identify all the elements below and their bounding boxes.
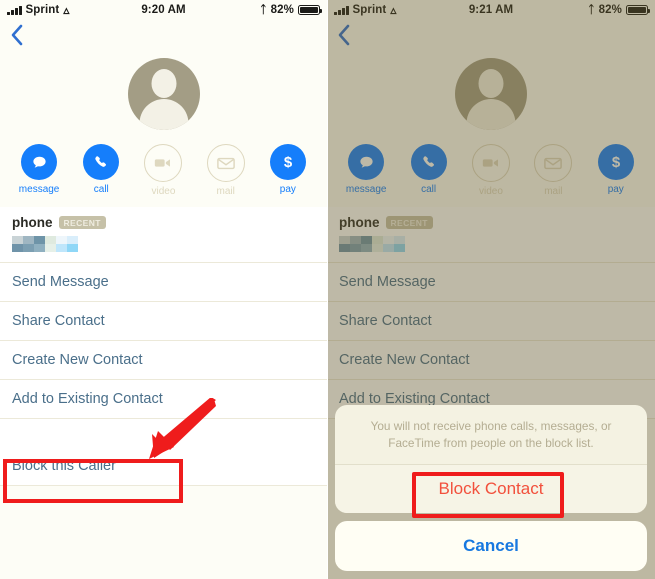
action-sheet-message: You will not receive phone calls, messag… bbox=[335, 405, 647, 465]
quick-action-call[interactable]: call bbox=[401, 144, 457, 195]
phone-handset-icon bbox=[410, 144, 447, 180]
menu-item-label: Block this Caller bbox=[12, 458, 116, 474]
redacted-phone-number bbox=[339, 236, 405, 252]
menu-item-create-new-contact[interactable]: Create New Contact bbox=[0, 341, 327, 380]
menu-item-send-message[interactable]: Send Message bbox=[0, 263, 327, 302]
status-bar-left: Sprint ▵ bbox=[7, 4, 69, 16]
bluetooth-icon: ᛏ bbox=[259, 3, 267, 16]
signal-bars-icon bbox=[334, 5, 349, 15]
phone-field-label: phone bbox=[339, 215, 380, 230]
quick-action-label: pay bbox=[279, 184, 296, 195]
bluetooth-icon: ᛏ bbox=[587, 3, 595, 16]
quick-action-call[interactable]: call bbox=[73, 144, 129, 195]
carrier-name: Sprint bbox=[352, 4, 387, 16]
quick-action-label: video bbox=[479, 186, 503, 197]
left-status-bar: Sprint ▵ 9:20 AM ᛏ 82% bbox=[0, 0, 327, 20]
envelope-icon bbox=[534, 144, 573, 182]
wifi-icon: ▵ bbox=[390, 3, 397, 17]
dual-screenshot-stage: Sprint ▵ 9:20 AM ᛏ 82% message call vide… bbox=[0, 0, 655, 579]
cancel-button[interactable]: Cancel bbox=[335, 521, 647, 571]
status-bar-left: Sprint ▵ bbox=[334, 4, 396, 16]
menu-item-label: Create New Contact bbox=[12, 352, 143, 368]
right-avatar-area bbox=[327, 56, 655, 132]
menu-item-share-contact[interactable]: Share Contact bbox=[0, 302, 327, 341]
quick-action-label: call bbox=[421, 184, 437, 195]
envelope-icon bbox=[206, 144, 245, 182]
dollar-sign-icon: $ bbox=[597, 144, 634, 180]
dollar-sign-icon: $ bbox=[269, 144, 306, 180]
quick-action-label: call bbox=[93, 184, 109, 195]
quick-action-message[interactable]: message bbox=[338, 144, 394, 195]
battery-icon bbox=[298, 5, 322, 15]
quick-action-mail[interactable]: mail bbox=[525, 144, 581, 197]
quick-action-pay[interactable]: $ pay bbox=[588, 144, 644, 195]
quick-action-label: pay bbox=[607, 184, 624, 195]
phone-field[interactable]: phone RECENT bbox=[0, 207, 327, 263]
menu-item-add-to-existing-contact[interactable]: Add to Existing Contact bbox=[0, 380, 327, 419]
carrier-name: Sprint bbox=[25, 4, 60, 16]
recent-badge: RECENT bbox=[385, 215, 433, 230]
contact-avatar-placeholder-icon bbox=[455, 58, 527, 130]
quick-action-label: message bbox=[345, 184, 387, 195]
list-gap bbox=[0, 419, 327, 447]
right-quick-actions: message call video mail $ pay bbox=[327, 132, 655, 207]
message-bubble-icon bbox=[21, 144, 58, 180]
menu-item-send-message[interactable]: Send Message bbox=[327, 263, 655, 302]
menu-item-block-this-caller[interactable]: Block this Caller bbox=[0, 447, 327, 486]
quick-action-label: video bbox=[151, 186, 176, 197]
menu-item-create-new-contact[interactable]: Create New Contact bbox=[327, 341, 655, 380]
menu-item-label: Share Contact bbox=[12, 313, 105, 329]
menu-item-label: Share Contact bbox=[339, 313, 432, 329]
svg-text:$: $ bbox=[612, 154, 621, 171]
right-nav-bar bbox=[327, 20, 655, 54]
left-content-list: phone RECENT Send Message Share Contact … bbox=[0, 207, 327, 486]
battery-icon bbox=[626, 5, 650, 15]
phone-field-label: phone bbox=[12, 215, 53, 230]
svg-text:$: $ bbox=[284, 154, 293, 171]
video-camera-icon bbox=[144, 144, 183, 182]
left-phone-screen: Sprint ▵ 9:20 AM ᛏ 82% message call vide… bbox=[0, 0, 327, 579]
battery-percent: 82% bbox=[270, 4, 294, 16]
quick-action-label: message bbox=[18, 184, 60, 195]
status-bar-right: ᛏ 82% bbox=[587, 3, 650, 16]
battery-percent: 82% bbox=[598, 4, 622, 16]
block-contact-button[interactable]: Block Contact bbox=[335, 465, 647, 513]
phone-field[interactable]: phone RECENT bbox=[327, 207, 655, 263]
left-nav-bar bbox=[0, 20, 327, 54]
panel-divider bbox=[327, 0, 328, 579]
signal-bars-icon bbox=[7, 5, 22, 15]
right-content-list: phone RECENT Send Message Share Contact … bbox=[327, 207, 655, 419]
quick-action-mail[interactable]: mail bbox=[198, 144, 254, 197]
status-bar-right: ᛏ 82% bbox=[259, 3, 322, 16]
quick-action-video[interactable]: video bbox=[463, 144, 519, 197]
quick-action-label: mail bbox=[544, 186, 563, 197]
block-contact-action-sheet: You will not receive phone calls, messag… bbox=[335, 404, 647, 571]
left-avatar-area bbox=[0, 56, 327, 132]
phone-handset-icon bbox=[83, 144, 120, 180]
action-sheet-group: You will not receive phone calls, messag… bbox=[335, 404, 647, 513]
quick-action-label: mail bbox=[216, 186, 235, 197]
menu-item-label: Add to Existing Contact bbox=[12, 391, 163, 407]
menu-item-label: Send Message bbox=[339, 274, 436, 290]
quick-action-video[interactable]: video bbox=[135, 144, 191, 197]
contact-avatar-placeholder-icon bbox=[127, 58, 200, 130]
wifi-icon: ▵ bbox=[63, 3, 70, 17]
left-quick-actions: message call video mail $ pay bbox=[0, 132, 327, 207]
chevron-left-icon[interactable] bbox=[337, 24, 351, 46]
quick-action-message[interactable]: message bbox=[11, 144, 67, 195]
redacted-phone-number bbox=[12, 236, 78, 252]
recent-badge: RECENT bbox=[58, 215, 106, 230]
right-phone-screen: Sprint ▵ 9:21 AM ᛏ 82% message call vide… bbox=[327, 0, 655, 579]
quick-action-pay[interactable]: $ pay bbox=[260, 144, 316, 195]
right-status-bar: Sprint ▵ 9:21 AM ᛏ 82% bbox=[327, 0, 655, 20]
chevron-left-icon[interactable] bbox=[10, 24, 24, 46]
menu-item-share-contact[interactable]: Share Contact bbox=[327, 302, 655, 341]
menu-item-label: Send Message bbox=[12, 274, 109, 290]
video-camera-icon bbox=[471, 144, 510, 182]
message-bubble-icon bbox=[348, 144, 385, 180]
menu-item-label: Create New Contact bbox=[339, 352, 470, 368]
